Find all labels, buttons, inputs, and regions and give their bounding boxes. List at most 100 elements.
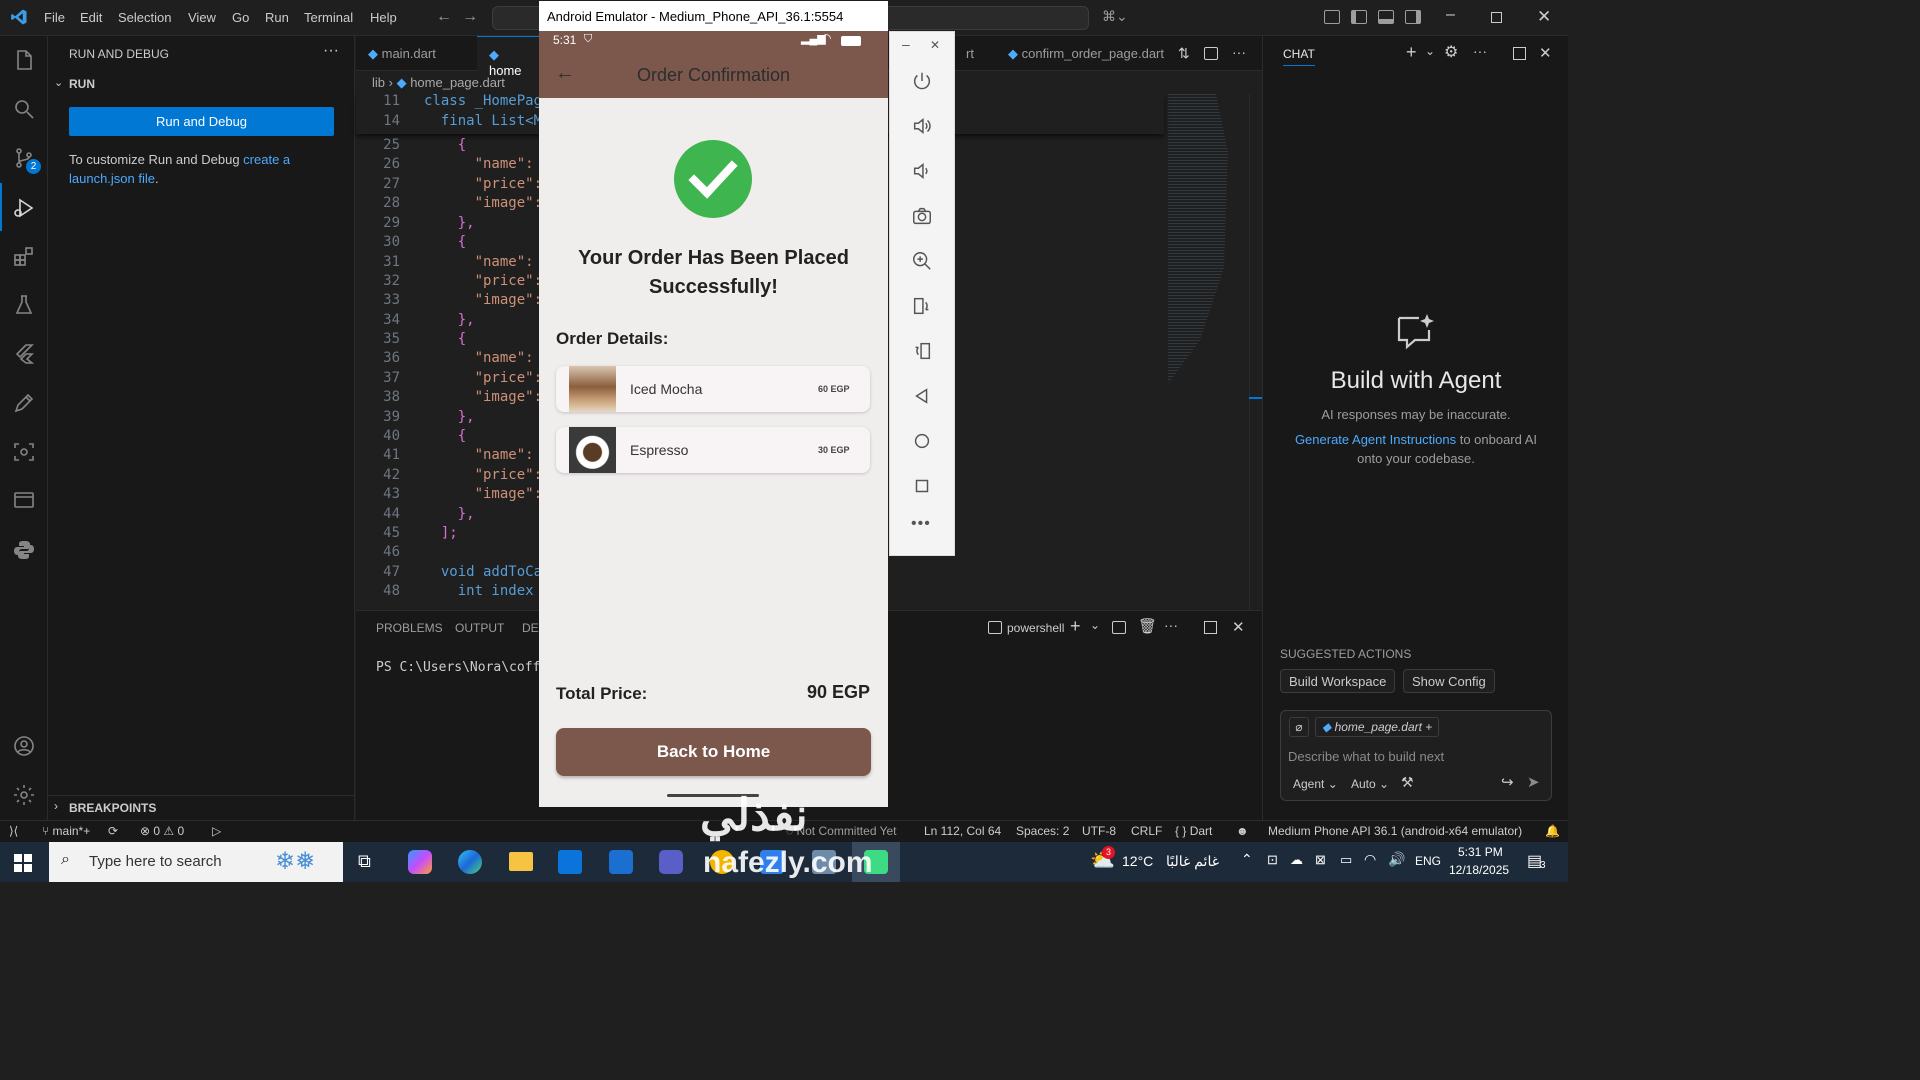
weather-temp[interactable]: 12°C [1122, 853, 1153, 869]
explorer-icon[interactable] [12, 48, 36, 72]
new-terminal-icon[interactable]: + [1070, 616, 1081, 637]
menu-view[interactable]: View [188, 10, 216, 25]
remote-explorer-icon[interactable] [12, 440, 36, 464]
minimize-icon[interactable]: – [1446, 6, 1455, 24]
menu-help[interactable]: Help [370, 10, 397, 25]
home-circle-icon[interactable] [911, 430, 933, 452]
close-chat-icon[interactable]: ✕ [1539, 44, 1552, 62]
new-chat-icon[interactable]: + [1406, 42, 1417, 63]
device-preview-icon[interactable] [12, 489, 36, 513]
flutter-icon[interactable] [12, 342, 36, 366]
device-selector[interactable]: Medium Phone API 36.1 (android-x64 emula… [1268, 824, 1522, 838]
tray-chevron-icon[interactable]: ⌃ [1241, 851, 1253, 868]
tray-icon-3[interactable]: ⊠ [1315, 852, 1326, 868]
chevron-right-icon[interactable]: › [54, 799, 58, 813]
breadcrumb-lib[interactable]: lib [372, 75, 385, 90]
eol[interactable]: CRLF [1131, 824, 1162, 838]
delegate-icon[interactable]: ↪ [1501, 773, 1514, 791]
chat-dropdown-icon[interactable]: ⌄ [1425, 44, 1435, 58]
emu-minimize-icon[interactable]: – [902, 36, 910, 52]
notifications-bell-icon[interactable]: 🔔 [1545, 824, 1560, 838]
breadcrumb-file[interactable]: home_page.dart [410, 75, 505, 90]
encoding[interactable]: UTF-8 [1082, 824, 1116, 838]
context-file-chip[interactable]: ◆ home_page.dart + [1315, 717, 1440, 737]
panel-more-icon[interactable]: ··· [1164, 617, 1178, 633]
layout-customize-icon[interactable] [1324, 10, 1340, 24]
sync-icon[interactable]: ⟳ [108, 824, 118, 838]
mode-selector[interactable]: Agent ⌄ [1293, 777, 1338, 791]
restore-icon[interactable] [1491, 12, 1502, 23]
onedrive-icon[interactable]: ☁ [1290, 852, 1303, 868]
toggle-panel-icon[interactable] [1378, 10, 1394, 24]
branch-item[interactable]: ⑂ main*+ [42, 824, 90, 838]
maximize-chat-icon[interactable] [1513, 47, 1526, 60]
show-config-button[interactable]: Show Config [1403, 669, 1495, 693]
maximize-panel-icon[interactable] [1204, 621, 1217, 634]
outlook-icon[interactable] [609, 850, 633, 874]
build-workspace-button[interactable]: Build Workspace [1280, 669, 1396, 693]
toggle-secondary-sidebar-icon[interactable] [1405, 10, 1421, 24]
model-selector[interactable]: Auto ⌄ [1351, 777, 1389, 791]
chat-settings-icon[interactable]: ⚙ [1444, 42, 1458, 62]
chat-more-icon[interactable]: ··· [1473, 43, 1487, 59]
split-editor-icon[interactable] [1204, 47, 1218, 60]
rotate-right-icon[interactable] [911, 340, 933, 362]
chat-tab[interactable]: CHAT [1283, 47, 1315, 66]
volume-up-icon[interactable] [911, 115, 933, 137]
terminal-name[interactable]: powershell [1007, 621, 1064, 635]
problems-item[interactable]: ⊗ 0 ⚠ 0 [140, 824, 184, 838]
weather-description[interactable]: غائم غالبًا [1166, 853, 1219, 870]
forward-arrow-icon[interactable]: → [462, 8, 478, 26]
windows-start-icon[interactable] [14, 854, 32, 872]
indentation[interactable]: Spaces: 2 [1016, 824, 1069, 838]
run-debug-icon[interactable] [12, 196, 36, 220]
power-icon[interactable] [911, 70, 933, 92]
cursor-position[interactable]: Ln 112, Col 64 [924, 824, 1001, 838]
menu-selection[interactable]: Selection [118, 10, 171, 25]
send-icon[interactable]: ➤ [1527, 773, 1540, 791]
tab-main-dart[interactable]: ◆ main.dart [356, 36, 476, 71]
compare-icon[interactable]: ⇅ [1178, 45, 1190, 62]
editor-more-icon[interactable]: ··· [1232, 44, 1246, 60]
rotate-left-icon[interactable] [911, 295, 933, 317]
tray-icon-1[interactable]: ⊡ [1267, 852, 1278, 868]
create-launch-link-part1[interactable]: create a [243, 152, 290, 167]
edge-icon[interactable] [458, 850, 482, 874]
teams-icon[interactable] [659, 850, 683, 874]
more-actions-icon[interactable]: ··· [323, 42, 339, 60]
account-icon[interactable] [12, 734, 36, 758]
task-view-icon[interactable]: ⧉ [358, 851, 371, 872]
taskbar-search[interactable]: ⌕ Type here to search ❄❅ [49, 842, 343, 882]
remote-icon[interactable]: ⟩⟨ [9, 824, 18, 838]
extensions-icon[interactable] [12, 244, 36, 268]
attach-icon[interactable]: ⌀ [1289, 717, 1309, 737]
back-arrow-icon[interactable]: ← [436, 8, 452, 26]
python-icon[interactable] [12, 538, 36, 562]
tools-icon[interactable]: ⚒ [1401, 774, 1414, 791]
clock-time[interactable]: 5:31 PM [1458, 845, 1503, 859]
emu-more-icon[interactable]: ••• [911, 515, 931, 533]
emu-close-icon[interactable]: ✕ [930, 38, 940, 52]
language-mode[interactable]: { } Dart [1175, 824, 1212, 838]
chevron-down-icon[interactable]: ⌄ [54, 76, 63, 89]
edit-icon[interactable] [12, 391, 36, 415]
store-icon[interactable] [558, 850, 582, 874]
menu-terminal[interactable]: Terminal [304, 10, 353, 25]
menu-edit[interactable]: Edit [80, 10, 102, 25]
menu-go[interactable]: Go [232, 10, 249, 25]
settings-gear-icon[interactable] [12, 783, 36, 807]
scrollbar[interactable] [1249, 94, 1262, 610]
volume-down-icon[interactable] [911, 160, 933, 182]
run-and-debug-button[interactable]: Run and Debug [69, 107, 334, 136]
toggle-sidebar-icon[interactable] [1351, 10, 1367, 24]
panel-tab-output[interactable]: OUTPUT [455, 621, 504, 635]
zoom-icon[interactable] [911, 250, 933, 272]
generate-instructions-link[interactable]: Generate Agent Instructions [1295, 432, 1456, 447]
back-triangle-icon[interactable] [911, 385, 933, 407]
volume-icon[interactable]: 🔊 [1388, 851, 1405, 868]
tab-home-page[interactable]: ◆ home [477, 36, 539, 78]
search-icon[interactable] [12, 97, 36, 121]
create-launch-link-part2[interactable]: launch.json file [69, 171, 155, 186]
emulator-window-title[interactable]: Android Emulator - Medium_Phone_API_36.1… [539, 1, 888, 32]
menu-run[interactable]: Run [265, 10, 289, 25]
